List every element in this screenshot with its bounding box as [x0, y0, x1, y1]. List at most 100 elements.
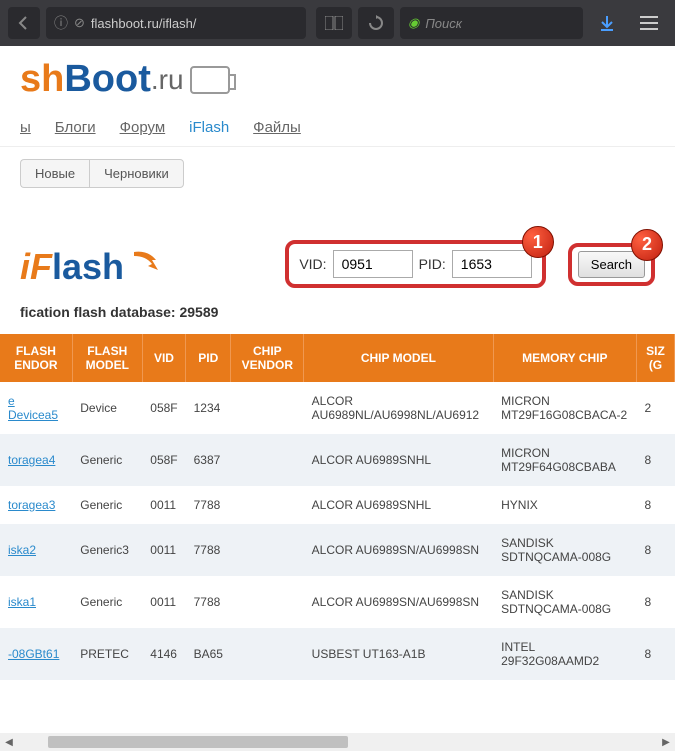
results-table-wrap[interactable]: FLASH ENDOR FLASH MODEL VID PID CHIP VEN… [0, 334, 675, 680]
vid-input[interactable] [333, 250, 413, 278]
cell-vid: 0011 [142, 486, 185, 524]
nav-item-0[interactable]: ы [20, 119, 31, 136]
table-row: toragea3 Generic 0011 7788 ALCOR AU6989S… [0, 486, 675, 524]
scroll-left-arrow[interactable]: ◀ [0, 733, 18, 751]
cell-model: Generic3 [72, 524, 142, 576]
cell-pid: BA65 [186, 628, 231, 680]
cell-chipmodel: ALCOR AU6989NL/AU6998NL/AU6912 [304, 382, 493, 434]
cell-size: 2 [636, 382, 674, 434]
nav-item-files[interactable]: Файлы [253, 119, 301, 136]
th-model: FLASH MODEL [72, 334, 142, 382]
search-section: iFlash VID: PID: 1 Search 2 [0, 200, 675, 298]
logo-part3: .ru [151, 64, 184, 96]
cell-chipvendor [231, 628, 304, 680]
site-logo-area: shBoot.ru [0, 46, 675, 109]
page-content: shBoot.ru ы Блоги Форум iFlash Файлы Нов… [0, 46, 675, 751]
cell-chipmodel: ALCOR AU6989SNHL [304, 486, 493, 524]
vid-label: VID: [299, 256, 326, 272]
cell-pid: 7788 [186, 524, 231, 576]
cell-vid: 0011 [142, 524, 185, 576]
search-form: VID: PID: 1 Search 2 [285, 240, 655, 288]
cell-pid: 1234 [186, 382, 231, 434]
results-table: FLASH ENDOR FLASH MODEL VID PID CHIP VEN… [0, 334, 675, 680]
cell-size: 8 [636, 434, 674, 486]
cell-chipvendor [231, 382, 304, 434]
cell-size: 8 [636, 486, 674, 524]
pid-input[interactable] [452, 250, 532, 278]
cell-memchip: INTEL 29F32G08AAMD2 [493, 628, 636, 680]
cell-memchip: SANDISK SDTNQCAMA-008G [493, 576, 636, 628]
th-vendor: FLASH ENDOR [0, 334, 72, 382]
cell-size: 8 [636, 576, 674, 628]
cell-memchip: HYNIX [493, 486, 636, 524]
back-button[interactable] [8, 7, 40, 39]
cell-pid: 7788 [186, 576, 231, 628]
scroll-right-arrow[interactable]: ▶ [657, 733, 675, 751]
reload-button[interactable] [358, 7, 394, 39]
cell-link[interactable]: iska1 [0, 576, 72, 628]
site-logo[interactable]: shBoot.ru [20, 58, 655, 101]
iflash-f: F [30, 246, 52, 288]
iflash-logo: iFlash [20, 246, 162, 288]
table-row: iska2 Generic3 0011 7788 ALCOR AU6989SN/… [0, 524, 675, 576]
callout-search: Search 2 [568, 243, 655, 286]
pid-label: PID: [419, 256, 446, 272]
cell-pid: 6387 [186, 434, 231, 486]
iflash-text: lash [52, 246, 124, 288]
th-pid: PID [186, 334, 231, 382]
cell-chipvendor [231, 576, 304, 628]
cell-chipmodel: ALCOR AU6989SN/AU6998SN [304, 576, 493, 628]
cell-link[interactable]: -08GBt61 [0, 628, 72, 680]
cell-link[interactable]: toragea3 [0, 486, 72, 524]
table-row: toragea4 Generic 058F 6387 ALCOR AU6989S… [0, 434, 675, 486]
cell-pid: 7788 [186, 486, 231, 524]
th-vid: VID [142, 334, 185, 382]
cell-link[interactable]: e Devicea5 [0, 382, 72, 434]
nav-item-iflash[interactable]: iFlash [189, 119, 229, 136]
cell-size: 8 [636, 524, 674, 576]
cell-model: Generic [72, 434, 142, 486]
th-size: SIZ (G [636, 334, 674, 382]
cell-chipmodel: ALCOR AU6989SN/AU6998SN [304, 524, 493, 576]
cell-model: PRETEC [72, 628, 142, 680]
callout-badge-2: 2 [631, 229, 663, 261]
downloads-button[interactable] [589, 5, 625, 41]
table-row: iska1 Generic 0011 7788 ALCOR AU6989SN/A… [0, 576, 675, 628]
subnav-drafts[interactable]: Черновики [89, 159, 184, 188]
info-icon: ⓘ [54, 13, 68, 33]
browser-search[interactable]: ◉ Поиск [400, 7, 583, 39]
th-chipvendor: CHIP VENDOR [231, 334, 304, 382]
cell-model: Generic [72, 576, 142, 628]
cell-vid: 058F [142, 382, 185, 434]
cell-link[interactable]: iska2 [0, 524, 72, 576]
db-count: fication flash database: 29589 [0, 298, 675, 326]
table-header-row: FLASH ENDOR FLASH MODEL VID PID CHIP VEN… [0, 334, 675, 382]
browser-toolbar: ⓘ ⊘ flashboot.ru/iflash/ ◉ Поиск [0, 0, 675, 46]
insecure-icon: ⊘ [74, 15, 85, 31]
url-text: flashboot.ru/iflash/ [91, 16, 197, 31]
cell-link[interactable]: toragea4 [0, 434, 72, 486]
reader-button[interactable] [316, 7, 352, 39]
th-chipmodel: CHIP MODEL [304, 334, 493, 382]
scroll-thumb[interactable] [48, 736, 348, 748]
nav-item-forum[interactable]: Форум [120, 119, 166, 136]
horizontal-scrollbar[interactable]: ◀ ▶ [0, 733, 675, 751]
hamburger-menu[interactable] [631, 5, 667, 41]
cell-chipvendor [231, 434, 304, 486]
callout-badge-1: 1 [522, 226, 554, 258]
cell-chipvendor [231, 524, 304, 576]
cell-chipmodel: USBEST UT163-A1B [304, 628, 493, 680]
nav-item-blogs[interactable]: Блоги [55, 119, 96, 136]
cell-vid: 058F [142, 434, 185, 486]
cell-memchip: MICRON MT29F64G08CBABA [493, 434, 636, 486]
cell-chipmodel: ALCOR AU6989SNHL [304, 434, 493, 486]
url-bar[interactable]: ⓘ ⊘ flashboot.ru/iflash/ [46, 7, 306, 39]
cell-model: Generic [72, 486, 142, 524]
table-row: e Devicea5 Device 058F 1234 ALCOR AU6989… [0, 382, 675, 434]
iflash-i: i [20, 246, 30, 288]
arrow-icon [128, 246, 162, 288]
cell-memchip: MICRON MT29F16G08CBACA-2 [493, 382, 636, 434]
sub-nav: Новые Черновики [0, 147, 675, 200]
cell-vid: 0011 [142, 576, 185, 628]
subnav-new[interactable]: Новые [20, 159, 89, 188]
